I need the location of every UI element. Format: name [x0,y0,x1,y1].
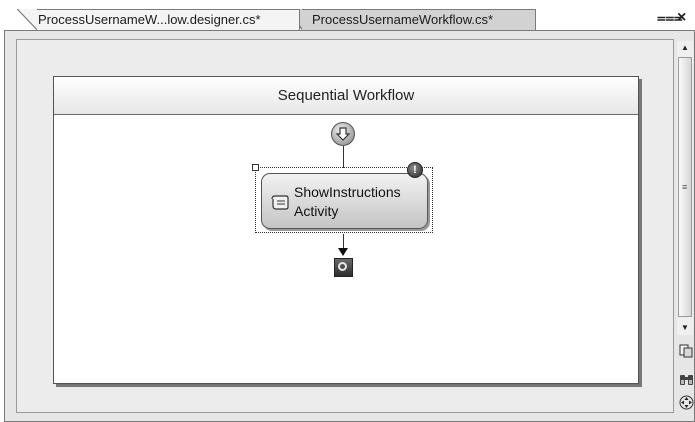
end-circle-icon [334,258,353,277]
scroll-thumb[interactable]: ≡ [678,57,692,317]
resize-handle[interactable] [252,164,259,171]
designer-frame: Sequential Workflow ShowInstructions Act… [4,30,695,422]
pan-icon[interactable] [678,394,694,410]
arrow-down-icon [338,248,348,256]
tab-designer-cs[interactable]: ProcessUsernameW...low.designer.cs* [17,9,300,30]
zoom-icon[interactable] [678,343,694,359]
tab-label: ProcessUsernameWorkflow.cs* [312,12,494,27]
workflow-title: Sequential Workflow [54,77,638,115]
scroll-down-icon[interactable]: ▼ [677,321,693,335]
warning-icon[interactable]: ! [407,162,423,178]
activity-label: ShowInstructions Activity [294,184,401,219]
document-tab-strip: ProcessUsernameW...low.designer.cs* Proc… [0,0,695,30]
connector-line [343,146,344,168]
activity-show-instructions[interactable]: ShowInstructions Activity [261,173,428,229]
vertical-scrollbar[interactable]: ▲ ≡ ▼ [677,41,693,335]
start-arrow-icon [331,122,355,146]
grip-icon: ≡ [682,182,688,192]
tab-label: ProcessUsernameW...low.designer.cs* [38,12,261,27]
designer-canvas[interactable]: Sequential Workflow ShowInstructions Act… [16,39,674,413]
sequential-workflow[interactable]: Sequential Workflow ShowInstructions Act… [53,76,639,384]
tab-workflow-cs[interactable]: ProcessUsernameWorkflow.cs* [288,9,536,30]
scroll-up-icon[interactable]: ▲ [677,41,693,55]
close-icon[interactable]: × [677,9,686,27]
find-icon[interactable] [678,371,694,387]
scroll-icon [271,195,289,210]
